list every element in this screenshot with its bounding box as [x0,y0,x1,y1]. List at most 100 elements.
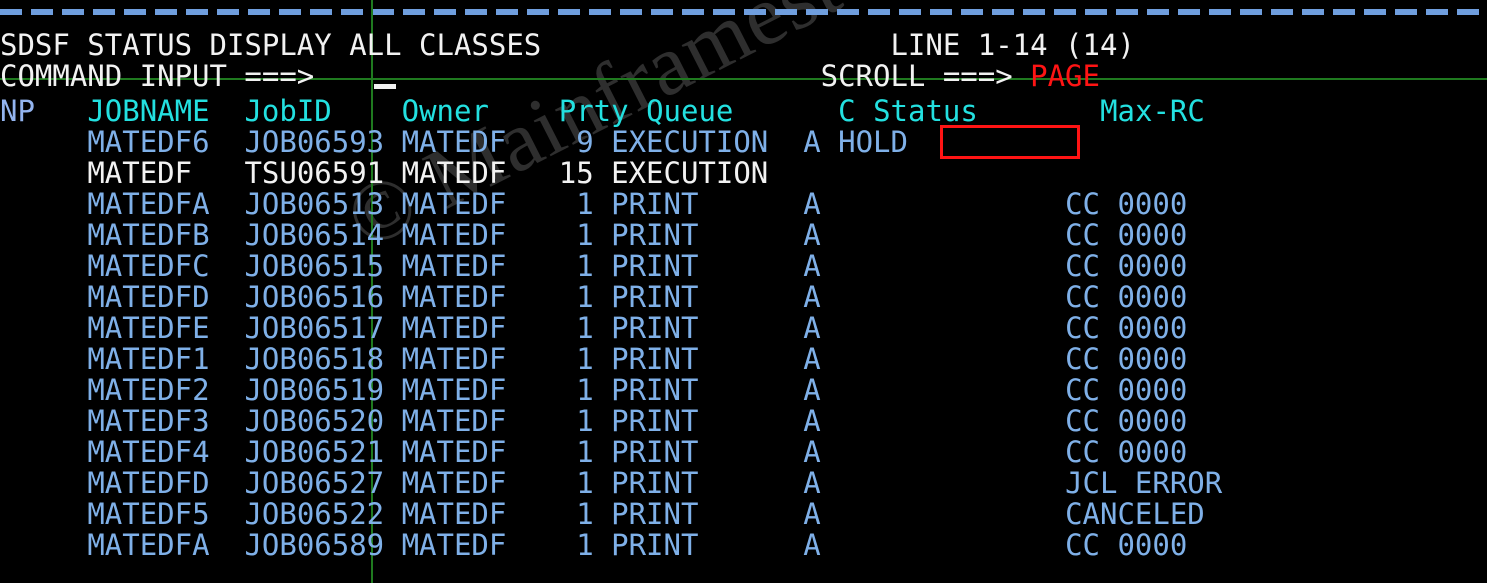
hdr-gap-5 [629,94,646,128]
cell-status [838,311,1065,345]
cell-c: A [803,528,839,562]
cell-jobname: MATEDFD [87,280,245,314]
cell-queue: PRINT [611,497,804,531]
table-row[interactable]: MATEDF5 JOB06522 MATEDF 1 PRINT A CANCEL… [0,497,1205,531]
cell-c: A [803,125,839,159]
cell-queue: EXECUTION [611,156,804,190]
cell-status [838,404,1065,438]
cell-jobname: MATEDFC [87,249,245,283]
hdr-gap-3 [332,94,402,128]
cell-maxrc: CC 0000 [1065,280,1188,314]
cell-status: HOLD [838,125,1066,159]
column-header-status[interactable]: Status [873,94,978,128]
cell-c: A [803,466,839,500]
cell-prty: 1 [541,497,612,531]
cell-jobname: MATEDFA [87,187,245,221]
cell-queue: PRINT [611,280,804,314]
command-input-label: COMMAND INPUT ===> [0,59,315,93]
cell-queue: PRINT [611,218,804,252]
cell-status [838,497,1065,531]
column-header-np[interactable]: NP [0,94,35,128]
panel-title-row: SDSF STATUS DISPLAY ALL CLASSES LINE 1-1… [0,30,1135,61]
table-row[interactable]: MATEDFA JOB06513 MATEDF 1 PRINT A CC 000… [0,189,1187,220]
hdr-gap-6 [733,94,838,128]
command-row: COMMAND INPUT ===> SCROLL ===> PAGE [0,61,1100,92]
cell-c: A [803,187,839,221]
cell-jobid: JOB06589 [244,528,402,562]
cell-maxrc: CC 0000 [1065,404,1188,438]
panel-title: SDSF STATUS DISPLAY ALL CLASSES [0,28,542,62]
cell-owner: MATEDF [401,466,542,500]
cell-np [0,311,87,345]
cell-status [838,249,1065,283]
cell-queue: PRINT [611,187,804,221]
table-row[interactable]: MATEDF4 JOB06521 MATEDF 1 PRINT A CC 000… [0,437,1187,468]
cell-status [838,342,1065,376]
column-header-maxrc[interactable]: Max-RC [1100,94,1205,128]
cell-status [838,373,1065,407]
table-row[interactable]: MATEDF1 JOB06518 MATEDF 1 PRINT A CC 000… [0,344,1187,375]
table-row[interactable]: MATEDFB JOB06514 MATEDF 1 PRINT A CC 000… [0,220,1187,251]
cell-queue: EXECUTION [611,125,804,159]
column-header-owner[interactable]: Owner [402,94,489,128]
cell-owner: MATEDF [401,280,542,314]
cell-status [838,280,1065,314]
cell-maxrc: CANCELED [1065,497,1205,531]
cell-prty: 1 [541,218,612,252]
cell-owner: MATEDF [401,187,542,221]
cell-maxrc: CC 0000 [1065,435,1188,469]
cell-jobname: MATEDFB [87,218,245,252]
cell-maxrc: CC 0000 [1065,528,1188,562]
cell-prty: 9 [541,125,612,159]
cell-jobid: TSU06591 [244,156,402,190]
cell-maxrc: CC 0000 [1065,342,1188,376]
cell-queue: PRINT [611,435,804,469]
cell-c [803,156,838,190]
hdr-gap-1 [35,94,87,128]
table-header-row: NP JOBNAME JobID Owner Prty Queue C Stat… [0,96,1205,127]
cell-queue: PRINT [611,528,804,562]
cell-jobname: MATEDF1 [87,342,245,376]
cell-jobid: JOB06517 [244,311,402,345]
cell-queue: PRINT [611,404,804,438]
cell-jobid: JOB06522 [244,497,402,531]
cell-owner: MATEDF [401,435,542,469]
table-row[interactable]: MATEDF TSU06591 MATEDF 15 EXECUTION [0,158,1065,189]
column-header-c[interactable]: C [838,94,855,128]
table-row[interactable]: MATEDF2 JOB06519 MATEDF 1 PRINT A CC 000… [0,375,1187,406]
table-row[interactable]: MATEDF6 JOB06593 MATEDF 9 EXECUTION A HO… [0,127,1065,158]
scroll-amount-value[interactable]: PAGE [1030,59,1100,93]
column-header-jobname[interactable]: JOBNAME [87,94,209,128]
scroll-gap [1013,59,1030,93]
table-row[interactable]: MATEDFD JOB06516 MATEDF 1 PRINT A CC 000… [0,282,1187,313]
cell-queue: PRINT [611,466,804,500]
cell-maxrc: CC 0000 [1065,187,1188,221]
cell-queue: PRINT [611,311,804,345]
cell-owner: MATEDF [401,156,542,190]
column-header-jobid[interactable]: JobID [244,94,331,128]
table-row[interactable]: MATEDFE JOB06517 MATEDF 1 PRINT A CC 000… [0,313,1187,344]
cell-np [0,466,87,500]
cell-c: A [803,311,839,345]
cell-owner: MATEDF [401,249,542,283]
cell-owner: MATEDF [401,342,542,376]
cell-status [838,435,1065,469]
cell-prty: 1 [541,404,612,438]
cell-jobname: MATEDFA [87,528,245,562]
table-row[interactable]: MATEDFC JOB06515 MATEDF 1 PRINT A CC 000… [0,251,1187,282]
line-indicator: LINE 1-14 (14) [890,28,1135,62]
cell-prty: 1 [541,435,612,469]
cell-c: A [803,280,839,314]
column-header-queue[interactable]: Queue [646,94,733,128]
cell-prty: 1 [541,528,612,562]
cell-jobid: JOB06516 [244,280,402,314]
cell-np [0,218,87,252]
table-row[interactable]: MATEDF3 JOB06520 MATEDF 1 PRINT A CC 000… [0,406,1187,437]
cell-c: A [803,497,839,531]
cell-jobid: JOB06515 [244,249,402,283]
column-header-prty[interactable]: Prty [559,94,629,128]
table-row[interactable]: MATEDFA JOB06589 MATEDF 1 PRINT A CC 000… [0,530,1187,561]
command-cursor [374,84,396,89]
table-row[interactable]: MATEDFD JOB06527 MATEDF 1 PRINT A JCL ER… [0,468,1222,499]
cell-owner: MATEDF [401,125,542,159]
